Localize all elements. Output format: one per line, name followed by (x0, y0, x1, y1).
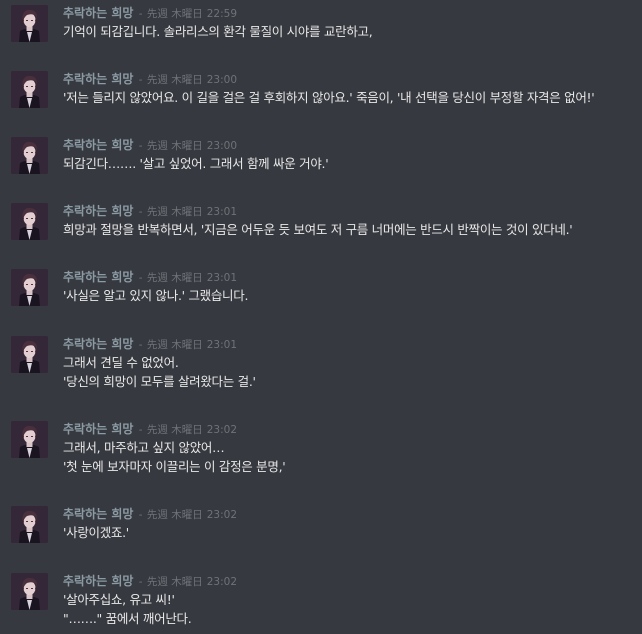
timestamp-separator: - (135, 576, 146, 588)
avatar[interactable] (11, 421, 48, 458)
timestamp-time: 23:01 (206, 272, 237, 284)
character-avatar-icon (11, 5, 48, 42)
author-name[interactable]: 추락하는 희망 (63, 204, 133, 218)
character-avatar-icon (11, 506, 48, 543)
message-text: '당신의 희망이 모두를 살려왔다는 걸.' (63, 374, 256, 389)
timestamp-time: 23:01 (206, 206, 237, 218)
timestamp-date: 先週 木曜日 (146, 140, 203, 152)
timestamp-separator: - (135, 272, 146, 284)
author-name[interactable]: 추락하는 희망 (63, 337, 133, 351)
avatar[interactable] (11, 506, 48, 543)
message-header: 추락하는 희망 - 先週 木曜日 23:00 (63, 70, 237, 88)
author-name[interactable]: 추락하는 희망 (63, 72, 133, 86)
timestamp-separator: - (135, 74, 146, 86)
message-header: 추락하는 희망 - 先週 木曜日 23:01 (63, 202, 237, 220)
message-header: 추락하는 희망 - 先週 木曜日 22:59 (63, 4, 237, 22)
timestamp-time: 23:00 (206, 140, 237, 152)
message-text: 희망과 절망을 반복하면서, '지금은 어두운 듯 보여도 저 구름 너머에는 … (63, 222, 573, 237)
avatar[interactable] (11, 137, 48, 174)
avatar[interactable] (11, 336, 48, 373)
timestamp-time: 23:01 (206, 339, 237, 351)
message-text: 되감긴다……. '살고 싶었어. 그래서 함께 싸운 거야.' (63, 156, 329, 171)
timestamp-date: 先週 木曜日 (146, 509, 203, 521)
author-name[interactable]: 추락하는 희망 (63, 270, 133, 284)
message-text: "……." 꿈에서 깨어난다. (63, 611, 192, 626)
character-avatar-icon (11, 336, 48, 373)
message-text: '사실은 알고 있지 않나.' 그랬습니다. (63, 288, 249, 303)
message-header: 추락하는 희망 - 先週 木曜日 23:01 (63, 268, 237, 286)
character-avatar-icon (11, 269, 48, 306)
timestamp-date: 先週 木曜日 (146, 576, 203, 588)
author-name[interactable]: 추락하는 희망 (63, 574, 133, 588)
message-header: 추락하는 희망 - 先週 木曜日 23:02 (63, 505, 237, 523)
author-name[interactable]: 추락하는 희망 (63, 422, 133, 436)
message-text: '사랑이겠죠.' (63, 525, 129, 540)
avatar[interactable] (11, 5, 48, 42)
character-avatar-icon (11, 203, 48, 240)
message-text: 그래서 견딜 수 없었어. (63, 355, 179, 370)
timestamp-separator: - (135, 206, 146, 218)
character-avatar-icon (11, 573, 48, 610)
character-avatar-icon (11, 71, 48, 108)
message-header: 추락하는 희망 - 先週 木曜日 23:00 (63, 136, 237, 154)
timestamp-time: 22:59 (206, 8, 237, 20)
timestamp-date: 先週 木曜日 (146, 272, 203, 284)
timestamp-time: 23:02 (206, 424, 237, 436)
avatar[interactable] (11, 269, 48, 306)
timestamp-date: 先週 木曜日 (146, 206, 203, 218)
author-name[interactable]: 추락하는 희망 (63, 138, 133, 152)
message-header: 추락하는 희망 - 先週 木曜日 23:01 (63, 335, 237, 353)
avatar[interactable] (11, 573, 48, 610)
avatar[interactable] (11, 71, 48, 108)
timestamp-separator: - (135, 424, 146, 436)
author-name[interactable]: 추락하는 희망 (63, 507, 133, 521)
message-text: '살아주십쇼, 유고 씨!' (63, 592, 175, 607)
author-name[interactable]: 추락하는 희망 (63, 6, 133, 20)
timestamp-date: 先週 木曜日 (146, 339, 203, 351)
chat-log: 추락하는 희망 - 先週 木曜日 22:59 기억이 되감깁니다. 솔라리스의 환… (0, 0, 642, 634)
character-avatar-icon (11, 137, 48, 174)
timestamp-separator: - (135, 509, 146, 521)
timestamp-time: 23:00 (206, 74, 237, 86)
message-text: '저는 들리지 않았어요. 이 길을 걸은 걸 후회하지 않아요.' 죽음이, … (63, 90, 595, 105)
timestamp-date: 先週 木曜日 (146, 8, 203, 20)
timestamp-separator: - (135, 339, 146, 351)
message-text: '첫 눈에 보자마자 이끌리는 이 감정은 분명,' (63, 459, 286, 474)
timestamp-date: 先週 木曜日 (146, 424, 203, 436)
message-text: 그래서, 마주하고 싶지 않았어… (63, 440, 225, 455)
timestamp-separator: - (135, 140, 146, 152)
timestamp-time: 23:02 (206, 576, 237, 588)
character-avatar-icon (11, 421, 48, 458)
message-header: 추락하는 희망 - 先週 木曜日 23:02 (63, 420, 237, 438)
avatar[interactable] (11, 203, 48, 240)
timestamp-date: 先週 木曜日 (146, 74, 203, 86)
message-text: 기억이 되감깁니다. 솔라리스의 환각 물질이 시야를 교란하고, (63, 24, 373, 39)
timestamp-time: 23:02 (206, 509, 237, 521)
timestamp-separator: - (135, 8, 146, 20)
message-header: 추락하는 희망 - 先週 木曜日 23:02 (63, 572, 237, 590)
